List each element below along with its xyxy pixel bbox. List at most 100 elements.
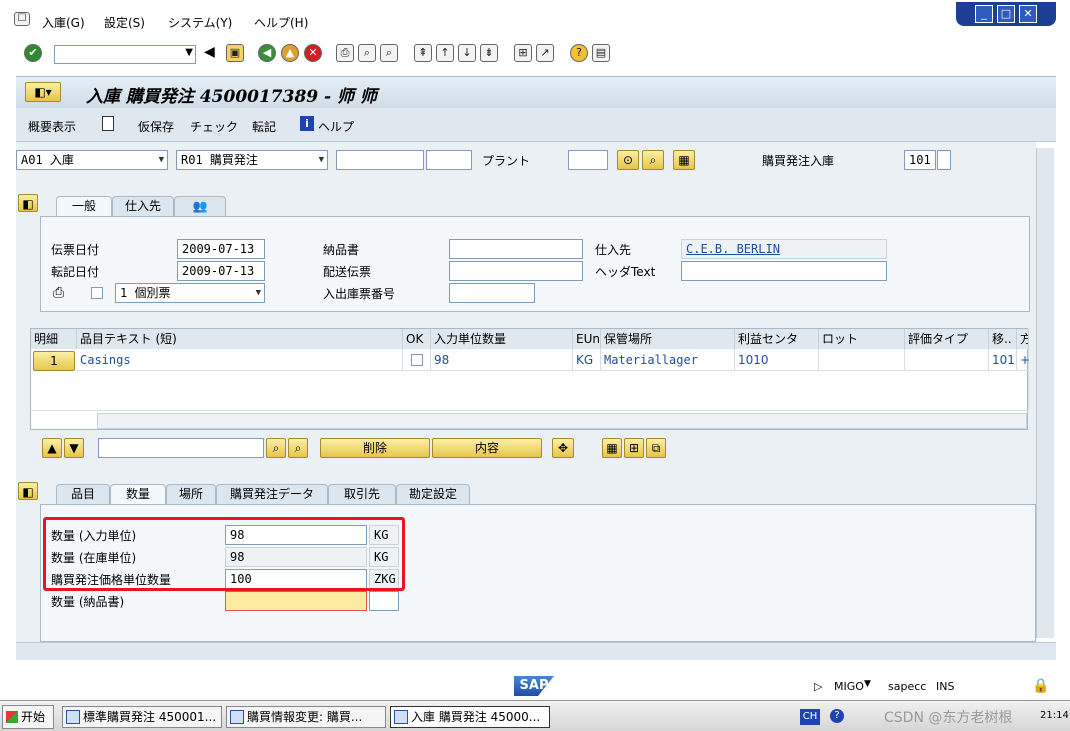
- command-field[interactable]: ▼: [54, 45, 196, 64]
- row-text[interactable]: Casings: [77, 349, 403, 371]
- execute-icon[interactable]: ⊙: [617, 150, 639, 170]
- col-ok[interactable]: OK: [403, 329, 431, 349]
- start-button[interactable]: 开始: [2, 705, 54, 729]
- horizontal-scrollbar[interactable]: [16, 642, 1056, 660]
- help-tray-icon[interactable]: ?: [830, 709, 844, 723]
- settings-icon[interactable]: ▦: [673, 150, 695, 170]
- layout-menu-icon[interactable]: ▤: [592, 44, 610, 62]
- hold-button[interactable]: 仮保存: [138, 118, 174, 135]
- header-text-input[interactable]: [681, 261, 887, 281]
- find-icon[interactable]: ⌕: [358, 44, 376, 62]
- back-arrow-icon[interactable]: ◀: [204, 44, 215, 60]
- tab-account[interactable]: 勘定設定: [396, 484, 470, 504]
- row-item-button[interactable]: 1: [33, 351, 75, 371]
- display-toggle-button[interactable]: ◧▾: [25, 82, 61, 102]
- row-direction[interactable]: +: [1017, 349, 1030, 371]
- add-row-icon[interactable]: ⊞: [624, 438, 644, 458]
- col-profit-center[interactable]: 利益センタ: [735, 329, 819, 349]
- cancel-icon[interactable]: ✕: [304, 44, 322, 62]
- maximize-button[interactable]: □: [997, 5, 1015, 23]
- overview-button[interactable]: 概要表示: [28, 118, 76, 135]
- qty-delivery-note-input[interactable]: [225, 591, 367, 611]
- row-qty[interactable]: 98: [431, 349, 573, 371]
- grid-find-icon[interactable]: ⌕: [266, 438, 286, 458]
- tab-vendor[interactable]: 仕入先: [112, 196, 174, 216]
- movement-type-input[interactable]: 101: [904, 150, 936, 170]
- language-indicator[interactable]: CH: [800, 709, 820, 725]
- delete-button[interactable]: 削除: [320, 438, 430, 458]
- col-direction[interactable]: 方: [1017, 329, 1029, 349]
- row-eun[interactable]: KG: [573, 349, 601, 371]
- doc-date-input[interactable]: 2009-07-13: [177, 239, 265, 259]
- col-qty[interactable]: 入力単位数量: [431, 329, 573, 349]
- minimize-button[interactable]: _: [975, 5, 993, 23]
- gr-slip-input[interactable]: [449, 283, 535, 303]
- row-sloc[interactable]: Materiallager: [601, 349, 735, 371]
- copy-row-icon[interactable]: ⧉: [646, 438, 666, 458]
- collapse-detail-icon[interactable]: ◧: [18, 482, 38, 500]
- po-item-input[interactable]: [426, 150, 472, 170]
- post-date-input[interactable]: 2009-07-13: [177, 261, 265, 281]
- vertical-scrollbar[interactable]: [1036, 148, 1054, 638]
- qty-delivery-note-unit[interactable]: [369, 591, 399, 611]
- col-item[interactable]: 明細: [31, 329, 77, 349]
- printer-icon[interactable]: ⎙: [53, 285, 64, 301]
- menu-goods-receipt[interactable]: 入庫(G): [42, 14, 85, 31]
- check-button[interactable]: チェック: [190, 118, 238, 135]
- shortcut-icon[interactable]: ↗: [536, 44, 554, 62]
- col-text[interactable]: 品目テキスト (短): [77, 329, 403, 349]
- slip-select[interactable]: 1 個別票: [115, 283, 265, 303]
- col-eun[interactable]: EUn: [573, 329, 601, 349]
- tab-partner[interactable]: 取引先: [328, 484, 396, 504]
- collapse-header-icon[interactable]: ◧: [18, 194, 38, 212]
- tab-quantity[interactable]: 数量: [110, 484, 166, 504]
- menu-settings[interactable]: 設定(S): [104, 14, 145, 31]
- action-select[interactable]: A01 入庫: [16, 150, 168, 170]
- col-valuation-type[interactable]: 評価タイプ: [905, 329, 989, 349]
- row-ok-checkbox[interactable]: [411, 354, 423, 366]
- grid-find-next-icon[interactable]: ⌕: [288, 438, 308, 458]
- bill-of-lading-input[interactable]: [449, 261, 583, 281]
- row-valuation-type[interactable]: [905, 349, 989, 371]
- document-icon[interactable]: [102, 116, 114, 131]
- tab-partners-icon[interactable]: 👥: [174, 196, 226, 216]
- info-icon[interactable]: i: [300, 116, 314, 131]
- back-icon[interactable]: ◀: [258, 44, 276, 62]
- task-goods-receipt[interactable]: 入庫 購買発注 45000...: [390, 706, 550, 728]
- task-info-record[interactable]: 購買情報変更: 購買...: [226, 706, 386, 728]
- plant-input[interactable]: [568, 150, 608, 170]
- row-profit-center[interactable]: 1010: [735, 349, 819, 371]
- post-button[interactable]: 転記: [252, 118, 276, 135]
- sort-icon[interactable]: ▲: [42, 438, 62, 458]
- status-expand-icon[interactable]: ▷: [814, 680, 822, 693]
- search-icon[interactable]: ⌕: [642, 150, 664, 170]
- help-button[interactable]: ヘルプ: [318, 118, 354, 135]
- menu-icon[interactable]: ☐: [14, 12, 30, 26]
- tab-where[interactable]: 場所: [166, 484, 216, 504]
- col-sloc[interactable]: 保管場所: [601, 329, 735, 349]
- movement-type-indicator[interactable]: [937, 150, 951, 170]
- expand-icon[interactable]: ✥: [552, 438, 574, 458]
- col-batch[interactable]: ロット: [819, 329, 905, 349]
- menu-help[interactable]: ヘルプ(H): [254, 14, 308, 31]
- po-number-input[interactable]: [336, 150, 424, 170]
- vendor-value[interactable]: C.E.B. BERLIN: [681, 239, 887, 259]
- new-session-icon[interactable]: ⊞: [514, 44, 532, 62]
- transaction-code[interactable]: MIGO: [834, 680, 864, 693]
- prev-page-icon[interactable]: ↑: [436, 44, 454, 62]
- find-next-icon[interactable]: ⌕: [380, 44, 398, 62]
- tab-po-data[interactable]: 購買発注データ: [216, 484, 328, 504]
- exit-icon[interactable]: ▲: [281, 44, 299, 62]
- next-page-icon[interactable]: ↓: [458, 44, 476, 62]
- stack-icon[interactable]: ▦: [602, 438, 622, 458]
- filter-icon[interactable]: ▼: [64, 438, 84, 458]
- grid-search-input[interactable]: [98, 438, 264, 458]
- help-icon[interactable]: ?: [570, 44, 588, 62]
- reference-select[interactable]: R01 購買発注: [176, 150, 328, 170]
- tab-material[interactable]: 品目: [56, 484, 110, 504]
- print-checkbox[interactable]: [91, 287, 103, 299]
- last-page-icon[interactable]: ⇟: [480, 44, 498, 62]
- print-icon[interactable]: ⎙: [336, 44, 354, 62]
- first-page-icon[interactable]: ⇞: [414, 44, 432, 62]
- row-movement[interactable]: 101: [989, 349, 1017, 371]
